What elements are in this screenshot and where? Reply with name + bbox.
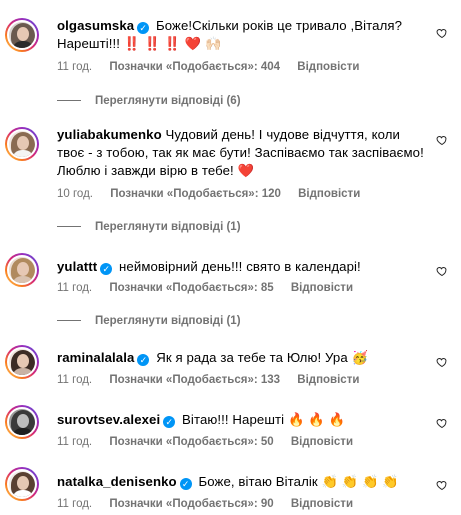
comment-meta: 11 год. Позначки «Подобається»: 404 Відп… [57,61,373,73]
verified-badge-icon: ✓ [163,416,176,428]
username[interactable]: yulattt [57,259,97,274]
verified-badge-icon: ✓ [179,478,192,490]
avatar[interactable] [5,18,39,52]
comment-body: неймовірний день!!! свято в календарі! [119,259,361,274]
username[interactable]: natalka_denisenko [57,474,177,489]
reply-button[interactable]: Відповісти [291,282,353,294]
replies-divider [57,320,81,322]
view-replies-button[interactable]: Переглянути відповіді (6) [57,95,241,107]
avatar[interactable] [5,467,39,501]
username[interactable]: olgasumska [57,18,134,33]
heart-outline-icon[interactable] [436,134,448,146]
heart-outline-icon[interactable] [436,356,448,368]
comment-meta: 11 год. Позначки «Подобається»: 133 Відп… [57,374,373,386]
timestamp[interactable]: 11 год. [57,498,92,510]
comment-meta: 11 год. Позначки «Подобається»: 85 Відпо… [57,282,367,294]
reply-button[interactable]: Відповісти [291,436,353,448]
avatar[interactable] [5,405,39,439]
timestamp[interactable]: 11 год. [57,61,92,73]
avatar[interactable] [5,345,39,379]
verified-badge-icon: ✓ [137,354,150,366]
timestamp[interactable]: 10 год. [57,188,93,200]
comment-text: yulattt ✓ неймовірний день!!! свято в кал… [57,258,425,276]
likes-count[interactable]: Позначки «Подобається»: 404 [109,61,280,73]
view-replies-button[interactable]: Переглянути відповіді (1) [57,221,241,233]
replies-divider [57,100,81,102]
likes-count[interactable]: Позначки «Подобається»: 120 [110,188,281,200]
comment-meta: 11 год. Позначки «Подобається»: 50 Відпо… [57,436,367,448]
comment-meta: 10 год. Позначки «Подобається»: 120 Відп… [57,188,374,200]
avatar[interactable] [5,127,39,161]
timestamp[interactable]: 11 год. [57,374,92,386]
heart-outline-icon[interactable] [436,417,448,429]
comment-text: surovtsev.alexei ✓ Вітаю!!! Нарешті 🔥 🔥 🔥 [57,411,425,429]
reply-button[interactable]: Відповісти [298,188,360,200]
comment-meta: 11 год. Позначки «Подобається»: 90 Відпо… [57,498,367,510]
replies-divider [57,226,81,228]
comment-body: Боже, вітаю Віталік 👏 👏 👏 👏 [198,474,399,489]
view-replies-button[interactable]: Переглянути відповіді (1) [57,315,241,327]
comment-body: Як я рада за тебе та Юлю! Ура 🥳 [156,350,369,365]
verified-badge-icon: ✓ [100,263,113,275]
comment-text: olgasumska ✓ Боже!Скільки років це тривал… [57,17,425,53]
comment-text: yuliabakumenko Чудовий день! І чудове ві… [57,126,425,180]
comment-text: raminalalala ✓ Як я рада за тебе та Юлю! … [57,349,425,367]
likes-count[interactable]: Позначки «Подобається»: 133 [109,374,280,386]
comments-list: olgasumska ✓ Боже!Скільки років це тривал… [0,0,461,515]
reply-button[interactable]: Відповісти [291,498,353,510]
heart-outline-icon[interactable] [436,265,448,277]
comment-body: Вітаю!!! Нарешті 🔥 🔥 🔥 [182,412,346,427]
reply-button[interactable]: Відповісти [297,374,359,386]
likes-count[interactable]: Позначки «Подобається»: 50 [109,436,273,448]
heart-outline-icon[interactable] [436,479,448,491]
username[interactable]: raminalalala [57,350,134,365]
reply-button[interactable]: Відповісти [297,61,359,73]
username[interactable]: surovtsev.alexei [57,412,160,427]
likes-count[interactable]: Позначки «Подобається»: 90 [109,498,273,510]
heart-outline-icon[interactable] [436,27,448,39]
username[interactable]: yuliabakumenko [57,127,162,142]
avatar[interactable] [5,253,39,287]
timestamp[interactable]: 11 год. [57,436,92,448]
likes-count[interactable]: Позначки «Подобається»: 85 [109,282,273,294]
comment-text: natalka_denisenko ✓ Боже, вітаю Віталік 👏… [57,473,425,491]
timestamp[interactable]: 11 год. [57,282,92,294]
verified-badge-icon: ✓ [137,22,150,34]
